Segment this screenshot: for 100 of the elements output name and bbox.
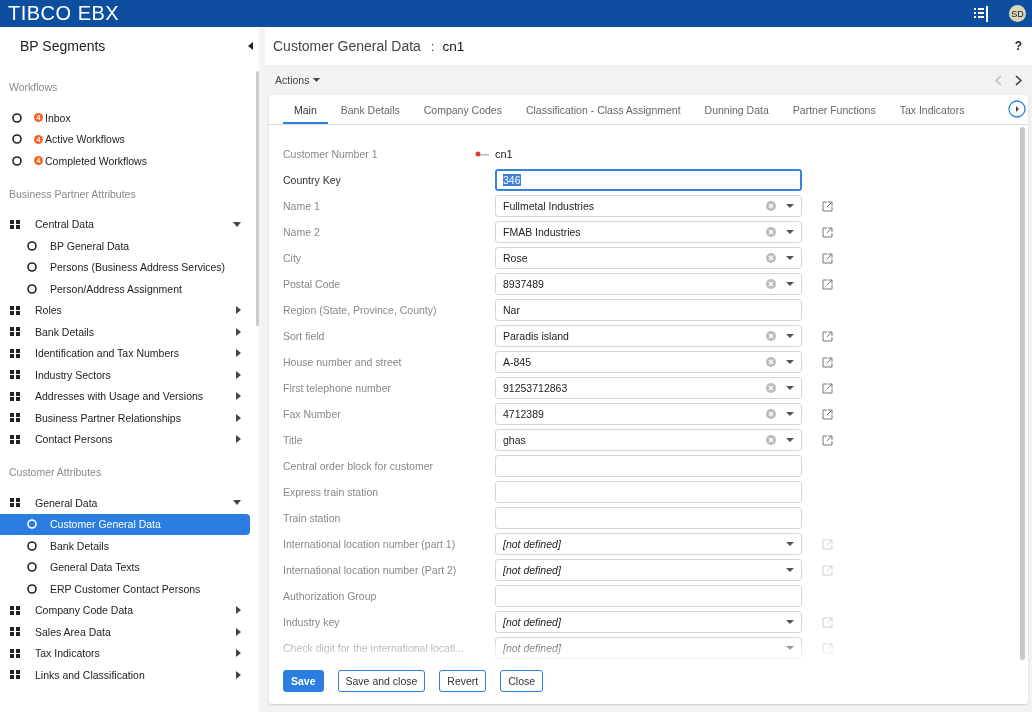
circle-icon: [27, 583, 37, 594]
combo-field[interactable]: A-845: [495, 351, 802, 373]
combo-field[interactable]: Paradis island: [495, 325, 802, 347]
sidebar-item[interactable]: Addresses with Usage and Versions: [0, 385, 256, 407]
tab[interactable]: Partner Functions: [781, 104, 887, 124]
external-link-icon[interactable]: [822, 226, 833, 238]
sidebar-item[interactable]: Company Code Data: [0, 599, 256, 621]
clear-icon[interactable]: [766, 331, 776, 341]
tab[interactable]: Tax Indicators: [888, 104, 976, 124]
field-label: Fax Number: [283, 408, 342, 420]
sidebar-item[interactable]: Bank Details: [0, 321, 256, 343]
sidebar-item[interactable]: Persons (Business Address Services): [0, 256, 256, 278]
sidebar-item[interactable]: Sales Area Data: [0, 621, 256, 643]
input-field[interactable]: [495, 455, 802, 477]
previous-icon[interactable]: [995, 74, 1002, 86]
tab[interactable]: Main: [283, 104, 328, 124]
actions-menu[interactable]: Actions: [275, 74, 321, 86]
next-icon[interactable]: [1015, 74, 1022, 86]
form-button[interactable]: Save and close: [337, 670, 426, 692]
sidebar-item[interactable]: Person/Address Assignment: [0, 278, 256, 300]
input-field[interactable]: [495, 507, 802, 529]
caret-right-icon: [236, 435, 241, 444]
tab[interactable]: Company Codes: [412, 104, 513, 124]
grid-icon: [10, 498, 20, 508]
clear-icon[interactable]: [766, 227, 776, 237]
sidebar-item[interactable]: Roles: [0, 299, 256, 321]
caret-right-icon: [236, 370, 241, 379]
input-field[interactable]: 346: [495, 169, 802, 191]
tab[interactable]: Bank Details: [329, 104, 411, 124]
combo-field[interactable]: ghas: [495, 429, 802, 451]
sidebar-item[interactable]: Customer General Data: [0, 513, 250, 535]
caret-down-icon: [786, 646, 794, 650]
caret-down-icon: [786, 542, 794, 546]
combo-field[interactable]: Rose: [495, 247, 802, 269]
input-field[interactable]: [495, 585, 802, 607]
external-link-icon[interactable]: [822, 382, 833, 394]
external-link-icon[interactable]: [822, 252, 833, 264]
clear-icon[interactable]: [766, 279, 776, 289]
sidebar-item[interactable]: ERP Customer Contact Persons: [0, 578, 256, 600]
input-field[interactable]: Nar: [495, 299, 802, 321]
user-avatar[interactable]: SD: [1009, 5, 1026, 22]
clear-icon[interactable]: [766, 357, 776, 367]
list-icon[interactable]: [974, 5, 988, 22]
sidebar-item[interactable]: Business Partner Relationships: [0, 407, 256, 429]
sidebar-item[interactable]: BP General Data: [0, 235, 256, 257]
section-heading: Customer Attributes: [8, 465, 103, 480]
external-link-icon[interactable]: [822, 278, 833, 290]
grid-icon: [10, 605, 20, 615]
external-link-icon[interactable]: [822, 330, 833, 342]
field-label: Central order block for customer: [283, 460, 434, 472]
sidebar-item[interactable]: Links and Classification: [0, 664, 256, 686]
form-button[interactable]: Save: [283, 670, 324, 692]
grid-icon: [10, 391, 20, 401]
app-logo: TIBCO EBX: [8, 2, 120, 25]
more-tabs-icon[interactable]: [1008, 100, 1026, 118]
scrollbar[interactable]: [1020, 127, 1025, 660]
caret-down-icon: [786, 412, 794, 416]
caret-down-icon: [786, 568, 794, 572]
combo-field[interactable]: 8937489: [495, 273, 802, 295]
clear-icon[interactable]: [766, 201, 776, 211]
scrollbar[interactable]: [256, 71, 259, 326]
combo-field[interactable]: [not defined]: [495, 533, 802, 555]
sidebar-item[interactable]: Identification and Tax Numbers: [0, 342, 256, 364]
clear-icon[interactable]: [766, 253, 776, 263]
form-button[interactable]: Revert: [439, 670, 487, 692]
combo-field[interactable]: [not defined]: [495, 559, 802, 581]
caret-down-icon: [233, 221, 241, 227]
tab[interactable]: Classification - Class Assignment: [514, 104, 692, 124]
tab[interactable]: Dunning Data: [693, 104, 780, 124]
combo-field[interactable]: Fullmetal Industries: [495, 195, 802, 217]
key-icon: [475, 150, 489, 158]
external-link-icon[interactable]: [822, 200, 833, 212]
combo-field[interactable]: 91253712863: [495, 377, 802, 399]
sidebar-item[interactable]: Central Data: [0, 213, 256, 235]
sidebar-item[interactable]: General Data: [0, 492, 256, 514]
combo-field[interactable]: [not defined]: [495, 637, 802, 659]
combo-field[interactable]: FMAB Industries: [495, 221, 802, 243]
collapse-icon[interactable]: [248, 42, 253, 50]
field-label: Name 1: [283, 200, 321, 212]
combo-field[interactable]: [not defined]: [495, 611, 802, 633]
clear-icon[interactable]: [766, 409, 776, 419]
sidebar-item[interactable]: Industry Sectors: [0, 364, 256, 386]
external-link-icon[interactable]: [822, 434, 833, 446]
caret-down-icon: [786, 620, 794, 624]
sidebar-item[interactable]: Tax Indicators: [0, 642, 256, 664]
caret-down-icon: [786, 334, 794, 338]
clear-icon[interactable]: [766, 383, 776, 393]
sidebar-item[interactable]: Contact Persons: [0, 428, 256, 450]
combo-field[interactable]: 4712389: [495, 403, 802, 425]
input-field[interactable]: [495, 481, 802, 503]
form-button[interactable]: Close: [500, 670, 544, 692]
sidebar-item[interactable]: General Data Texts: [0, 556, 256, 578]
grid-icon: [10, 348, 20, 358]
help-link[interactable]: ?: [1014, 39, 1022, 53]
external-link-icon[interactable]: [822, 356, 833, 368]
sidebar-item[interactable]: Bank Details: [0, 535, 256, 557]
circle-icon: [27, 283, 37, 294]
clear-icon[interactable]: [766, 435, 776, 445]
external-link-icon[interactable]: [822, 408, 833, 420]
circle-icon: [27, 562, 37, 573]
